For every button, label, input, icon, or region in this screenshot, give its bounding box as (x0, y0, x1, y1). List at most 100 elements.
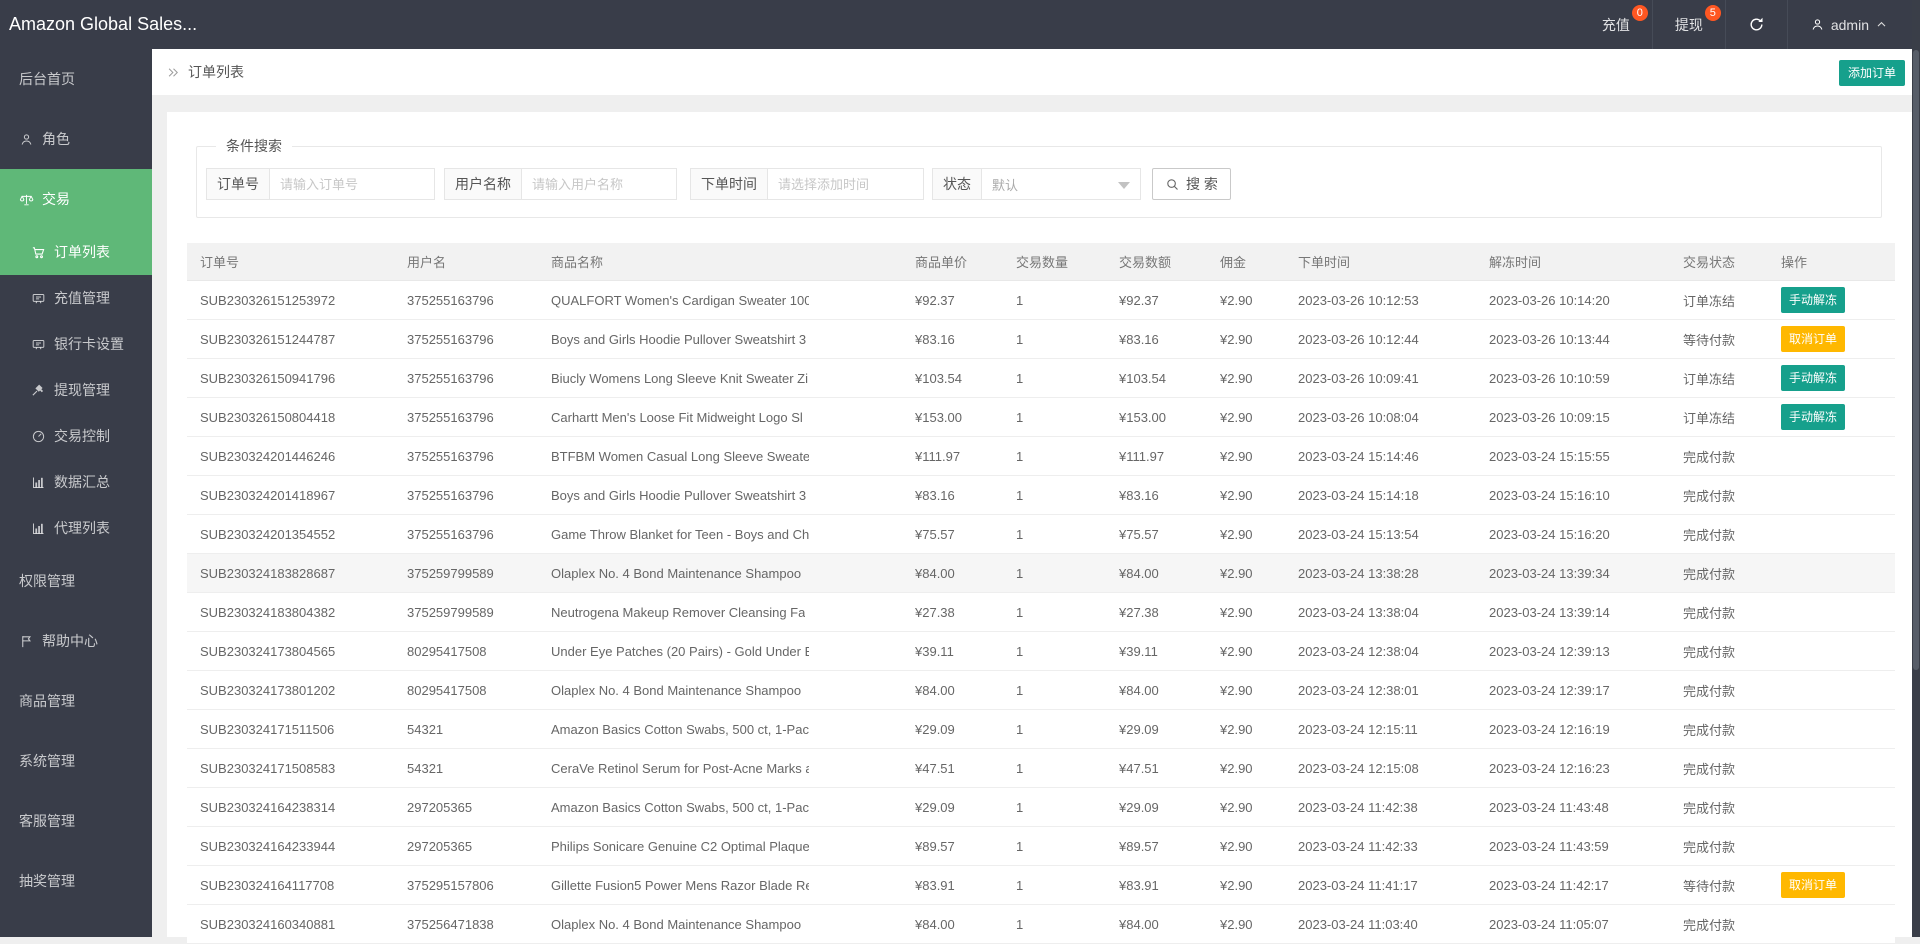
cell-price: ¥84.00 (915, 682, 955, 698)
status-select-value: 默认 (992, 177, 1019, 193)
cell-order-no: SUB230326150941796 (200, 370, 336, 386)
table-row[interactable]: SUB230324183804382 375259799589 Neutroge… (187, 593, 1895, 632)
cell-product: Gillette Fusion5 Power Mens Razor Blade … (551, 878, 809, 894)
cell-amount: ¥89.57 (1119, 838, 1159, 854)
sidebar-item-label: 帮助中心 (42, 633, 98, 649)
sidebar-item[interactable]: 商品管理 (0, 671, 152, 731)
cell-product: Boys and Girls Hoodie Pullover Sweatshir… (551, 332, 807, 348)
table-row[interactable]: SUB230324164117708 375295157806 Gillette… (187, 866, 1895, 905)
cell-qty: 1 (1016, 838, 1024, 854)
sidebar-item-icon (31, 245, 46, 260)
table-row[interactable]: SUB230324173804565 80295417508 Under Eye… (187, 632, 1895, 671)
sidebar-item[interactable]: 提现管理 (0, 367, 152, 413)
window-scrollbar[interactable] (1912, 0, 1920, 937)
sidebar-item[interactable]: 帮助中心 (0, 611, 152, 671)
column-header: 商品名称 (551, 255, 604, 270)
cell-order-no: SUB230324171508583 (200, 760, 336, 776)
cell-commission: ¥2.90 (1220, 292, 1253, 308)
row-action-button[interactable]: 取消订单 (1781, 872, 1846, 898)
username-input[interactable] (521, 168, 677, 200)
table-row[interactable]: SUB230324171511506 54321 Amazon Basics C… (187, 710, 1895, 749)
table-row[interactable]: SUB230324164233944 297205365 Philips Son… (187, 827, 1895, 866)
table-row[interactable]: SUB230324160340881 375256471838 Olaplex … (187, 905, 1895, 944)
column-header: 交易状态 (1683, 255, 1736, 270)
cell-order-time: 2023-03-24 11:42:33 (1298, 838, 1418, 854)
table-row[interactable]: SUB230324171508583 54321 CeraVe Retinol … (187, 749, 1895, 788)
sidebar-item-label: 数据汇总 (54, 474, 110, 490)
cell-qty: 1 (1016, 643, 1024, 659)
withdraw-menu-item[interactable]: 提现 5 (1651, 0, 1725, 49)
row-action-button[interactable]: 手动解冻 (1781, 365, 1846, 391)
recharge-menu-item[interactable]: 充值 0 (1580, 0, 1652, 49)
cell-order-time: 2023-03-24 15:13:54 (1298, 526, 1419, 542)
sidebar-item-label: 提现管理 (54, 382, 110, 398)
cell-commission: ¥2.90 (1220, 682, 1253, 698)
scrollbar-thumb[interactable] (1913, 50, 1919, 670)
sidebar-item-icon (19, 192, 34, 207)
sidebar: 后台首页 角色 交易 订单列表 充值管理 银行卡设置 提现管理 交易控制 数据汇… (0, 49, 152, 937)
table-row[interactable]: SUB230324201354552 375255163796 Game Thr… (187, 515, 1895, 554)
sidebar-item-label: 权限管理 (19, 573, 75, 589)
order-no-input[interactable] (269, 168, 435, 200)
row-action-button[interactable]: 取消订单 (1781, 326, 1846, 352)
sidebar-item[interactable]: 后台首页 (0, 49, 152, 109)
table-row[interactable]: SUB230324201418967 375255163796 Boys and… (187, 476, 1895, 515)
sidebar-item[interactable]: 数据汇总 (0, 459, 152, 505)
sidebar-item[interactable]: 抽奖管理 (0, 851, 152, 911)
refresh-button[interactable] (1724, 0, 1787, 49)
sidebar-item-icon (19, 132, 34, 147)
table-row[interactable]: SUB230324173801202 80295417508 Olaplex N… (187, 671, 1895, 710)
table-row[interactable]: SUB230324183828687 375259799589 Olaplex … (187, 554, 1895, 593)
cell-price: ¥27.38 (915, 604, 955, 620)
sidebar-item-label: 交易控制 (54, 428, 110, 444)
admin-menu[interactable]: admin (1786, 0, 1910, 49)
cell-amount: ¥153.00 (1119, 409, 1166, 425)
sidebar-item[interactable]: 银行卡设置 (0, 321, 152, 367)
status-select[interactable]: 默认 (981, 168, 1141, 200)
orders-table: 订单号 用户名 商品名称 商品单价 交易数量 交易数额 佣金 下单时间 解冻时间… (187, 243, 1895, 944)
sidebar-item[interactable]: 交易控制 (0, 413, 152, 459)
cell-commission: ¥2.90 (1220, 487, 1253, 503)
sidebar-item-icon (31, 429, 46, 444)
cell-order-no: SUB230324201418967 (200, 487, 336, 503)
cell-unfreeze-time: 2023-03-26 10:10:59 (1489, 370, 1610, 386)
table-row[interactable]: SUB230324201446246 375255163796 BTFBM Wo… (187, 437, 1895, 476)
sidebar-item[interactable]: 充值管理 (0, 275, 152, 321)
sidebar-item[interactable]: 系统管理 (0, 731, 152, 791)
cell-user: 375255163796 (407, 448, 494, 464)
cell-price: ¥39.11 (915, 643, 954, 659)
cell-commission: ¥2.90 (1220, 526, 1253, 542)
cell-amount: ¥47.51 (1119, 760, 1159, 776)
sidebar-menu: 后台首页 角色 交易 订单列表 充值管理 银行卡设置 提现管理 交易控制 数据汇… (0, 49, 152, 911)
table-row[interactable]: SUB230326150941796 375255163796 Biucly W… (187, 359, 1895, 398)
cell-product: Olaplex No. 4 Bond Maintenance Shampoo (551, 683, 802, 699)
cell-qty: 1 (1016, 682, 1024, 698)
status-field-group: 状态 默认 (932, 168, 1141, 200)
add-order-button[interactable]: 添加订单 (1838, 60, 1905, 86)
sidebar-item-label: 客服管理 (19, 813, 75, 829)
sidebar-item[interactable]: 代理列表 (0, 505, 152, 551)
row-action-button[interactable]: 手动解冻 (1781, 287, 1846, 313)
search-button[interactable]: 搜 索 (1152, 168, 1231, 200)
admin-username: admin (1830, 16, 1869, 33)
sidebar-item[interactable]: 角色 (0, 109, 152, 169)
sidebar-item-label: 后台首页 (19, 71, 75, 87)
order-no-field-label: 订单号 (206, 168, 269, 200)
cell-status: 完成付款 (1683, 917, 1736, 933)
order-time-input[interactable] (767, 168, 924, 200)
cell-order-time: 2023-03-24 11:03:40 (1298, 916, 1418, 932)
table-row[interactable]: SUB230326150804418 375255163796 Carhartt… (187, 398, 1895, 437)
table-row[interactable]: SUB230324164238314 297205365 Amazon Basi… (187, 788, 1895, 827)
table-row[interactable]: SUB230326151244787 375255163796 Boys and… (187, 320, 1895, 359)
row-action-button[interactable]: 手动解冻 (1781, 404, 1846, 430)
table-row[interactable]: SUB230326151253972 375255163796 QUALFORT… (187, 281, 1895, 320)
sidebar-item[interactable]: 权限管理 (0, 551, 152, 611)
cell-price: ¥153.00 (915, 409, 962, 425)
cell-unfreeze-time: 2023-03-24 15:16:10 (1489, 487, 1610, 503)
cell-order-no: SUB230324164233944 (200, 838, 336, 854)
cell-status: 完成付款 (1683, 449, 1736, 465)
sidebar-item[interactable]: 交易 (0, 169, 152, 229)
cell-order-no: SUB230324173801202 (200, 682, 336, 698)
sidebar-item[interactable]: 客服管理 (0, 791, 152, 851)
sidebar-item[interactable]: 订单列表 (0, 229, 152, 275)
